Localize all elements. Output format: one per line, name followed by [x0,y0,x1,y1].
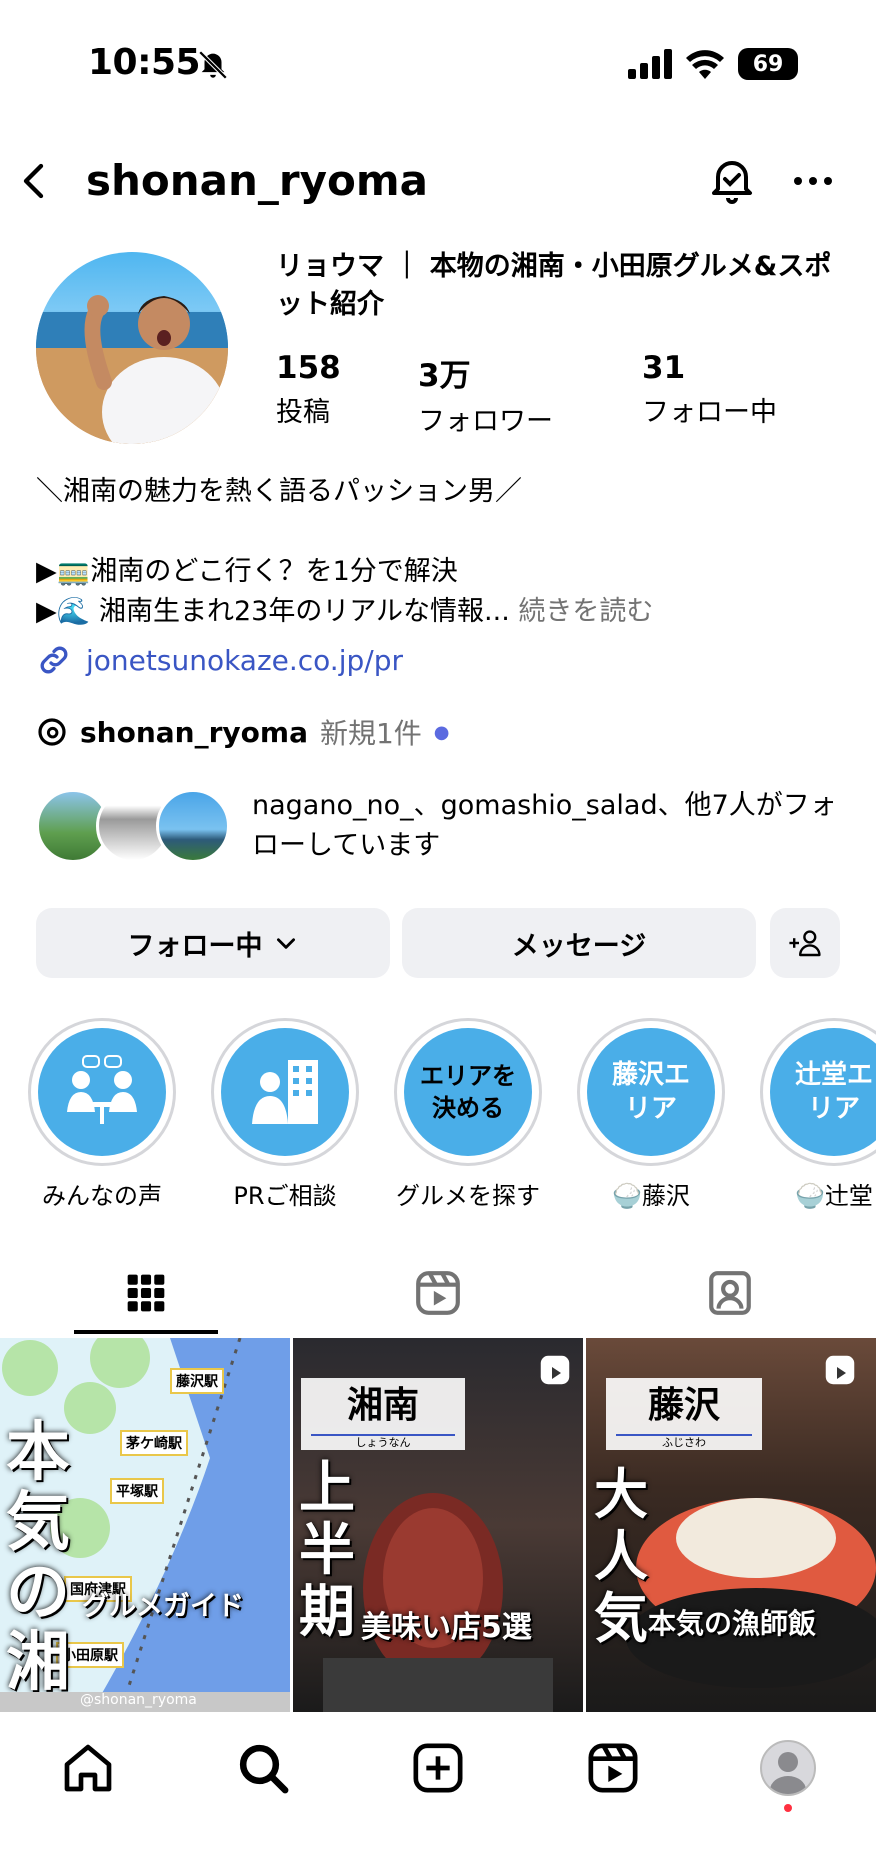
post-3-reel-icon [825,1355,855,1385]
followed-by-text: nagano_no_、gomashio_salad、他7人がフォローしています [252,790,837,861]
bio-line-3: ▶🌊 湘南生まれ23年のリアルな情報... 続きを読む [36,592,653,632]
post-3-subtitle: 本気の漁師飯 [648,1607,817,1640]
bell-muted-icon [198,50,228,80]
status-icons: 69 [628,48,798,80]
message-button[interactable]: メッセージ [402,908,756,978]
stat-followers[interactable]: 3万 フォロワー [418,350,553,438]
tagged-person-icon [709,1271,751,1315]
page-title-username: shonan_ryoma [86,156,428,205]
following-button[interactable]: フォロー中 [36,908,390,978]
stat-following-value: 31 [642,350,686,386]
station-hiratsuka: 平塚駅 [110,1478,164,1504]
post-2-big-text: 上半期 [299,1456,355,1645]
more-options-icon[interactable] [790,168,836,194]
threads-username: shonan_ryoma [80,715,308,749]
post-1[interactable]: 藤沢駅 茅ケ崎駅 平塚駅 国府津駅 小田原駅 本気の湘南 グルメガイド @sho… [0,1338,290,1714]
highlight-gourmet-label: グルメを探す [396,1182,540,1210]
threads-new-count: 新規1件 [319,717,422,750]
post-1-subtitle: グルメガイド [82,1591,244,1622]
profile-link[interactable]: jonetsunokaze.co.jp/pr [36,642,403,678]
cellular-signal-icon [628,49,672,79]
post-3[interactable]: 藤沢 ふじさわ 大人気 本気の漁師飯 [586,1338,876,1714]
post-1-big-text: 本気の湘南 [6,1416,70,1714]
notification-bell-icon[interactable] [708,156,756,206]
station-chigasaki: 茅ケ崎駅 [120,1430,188,1456]
back-arrow-icon[interactable] [16,158,56,204]
status-time: 10:55 [88,42,201,83]
highlight-voices[interactable]: みんなの声 [27,1018,177,1211]
highlight-pr-label: PRご相談 [233,1182,337,1210]
post-3-title-text: 藤沢 [647,1385,720,1426]
post-3-title: 藤沢 ふじさわ [606,1378,762,1450]
stat-following-label: フォロー中 [642,397,777,428]
profile-link-text: jonetsunokaze.co.jp/pr [86,643,403,677]
follower-avatar-3 [156,789,230,863]
post-2[interactable]: 湘南 しょうなん 上半期 美味い店5選 [293,1338,583,1714]
post-2-furigana: しょうなん [311,1434,455,1450]
meeting-icon [67,1055,137,1124]
profile-avatar[interactable] [36,252,228,444]
threads-icon [38,718,66,746]
search-icon[interactable] [235,1740,291,1796]
post-2-reel-icon [540,1355,570,1385]
highlight-pr[interactable]: PRご相談 [210,1018,360,1211]
stat-followers-value: 3万 [418,358,471,394]
highlight-gourmet[interactable]: エリアを決める グルメを探す [393,1018,543,1211]
post-1-watermark: @shonan_ryoma [0,1692,290,1714]
reels-nav-icon[interactable] [585,1740,641,1796]
highlight-tsujido-label: 🍚辻堂 [795,1182,873,1210]
bio-line-2: ▶🚃湘南のどこ行く？を1分で解決 [36,556,458,587]
stat-following[interactable]: 31 フォロー中 [642,350,777,429]
profile-nav[interactable] [760,1740,817,1812]
wifi-icon [686,50,724,79]
following-button-label: フォロー中 [127,930,263,962]
stat-posts[interactable]: 158 投稿 [276,350,341,429]
add-person-icon [789,930,821,957]
highlight-gourmet-cover: エリアを決める [404,1028,532,1156]
highlight-voices-label: みんなの声 [42,1182,162,1210]
bottom-navigation [0,1712,876,1866]
notification-dot [784,1804,793,1812]
stat-followers-label: フォロワー [418,406,553,437]
tab-tagged[interactable] [584,1252,876,1334]
link-icon [40,646,68,674]
create-post-icon[interactable] [410,1740,466,1796]
tab-reels[interactable] [292,1252,584,1334]
business-building-icon [252,1060,318,1124]
threads-badge[interactable]: shonan_ryoma 新規1件 ● [36,712,450,752]
read-more-link[interactable]: 続きを読む [518,596,653,627]
post-2-title: 湘南 しょうなん [301,1378,465,1450]
highlight-tsujido-cover: 辻堂エリア [770,1028,876,1156]
post-2-subtitle: 美味い店5選 [361,1610,532,1645]
followed-by-row[interactable]: nagano_no_、gomashio_salad、他7人がフォローしています [36,786,862,866]
profile-nav-avatar [760,1740,817,1796]
stat-posts-value: 158 [276,350,341,386]
highlight-fujisawa-label: 🍚藤沢 [612,1182,690,1210]
reels-icon [416,1271,460,1315]
post-3-furigana: ふじさわ [616,1434,752,1450]
home-icon[interactable] [60,1740,116,1796]
bio-line-1: ＼湘南の魅力を熱く語るパッション男／ [36,476,522,507]
post-3-big-text: 大人気 [594,1463,648,1650]
battery-indicator: 69 [738,48,798,80]
stat-posts-label: 投稿 [276,397,330,428]
bio-line-3-text: ▶🌊 湘南生まれ23年のリアルな情報... [36,596,510,627]
post-2-title-text: 湘南 [346,1385,419,1426]
highlight-fujisawa-cover: 藤沢エリア [587,1028,715,1156]
tab-grid[interactable] [0,1252,292,1334]
grid-icon [127,1274,165,1312]
station-fujisawa: 藤沢駅 [170,1368,224,1394]
highlight-fujisawa[interactable]: 藤沢エリア 🍚藤沢 [576,1018,726,1211]
chevron-down-icon [276,938,295,949]
active-tab-indicator [74,1330,218,1334]
threads-dot-icon: ● [433,721,450,743]
suggest-people-button[interactable] [770,908,840,978]
profile-display-name: リョウマ ｜ 本物の湘南・小田原グルメ&スポット紹介 [276,251,832,320]
highlight-tsujido[interactable]: 辻堂エリア 🍚辻堂 [759,1018,876,1218]
